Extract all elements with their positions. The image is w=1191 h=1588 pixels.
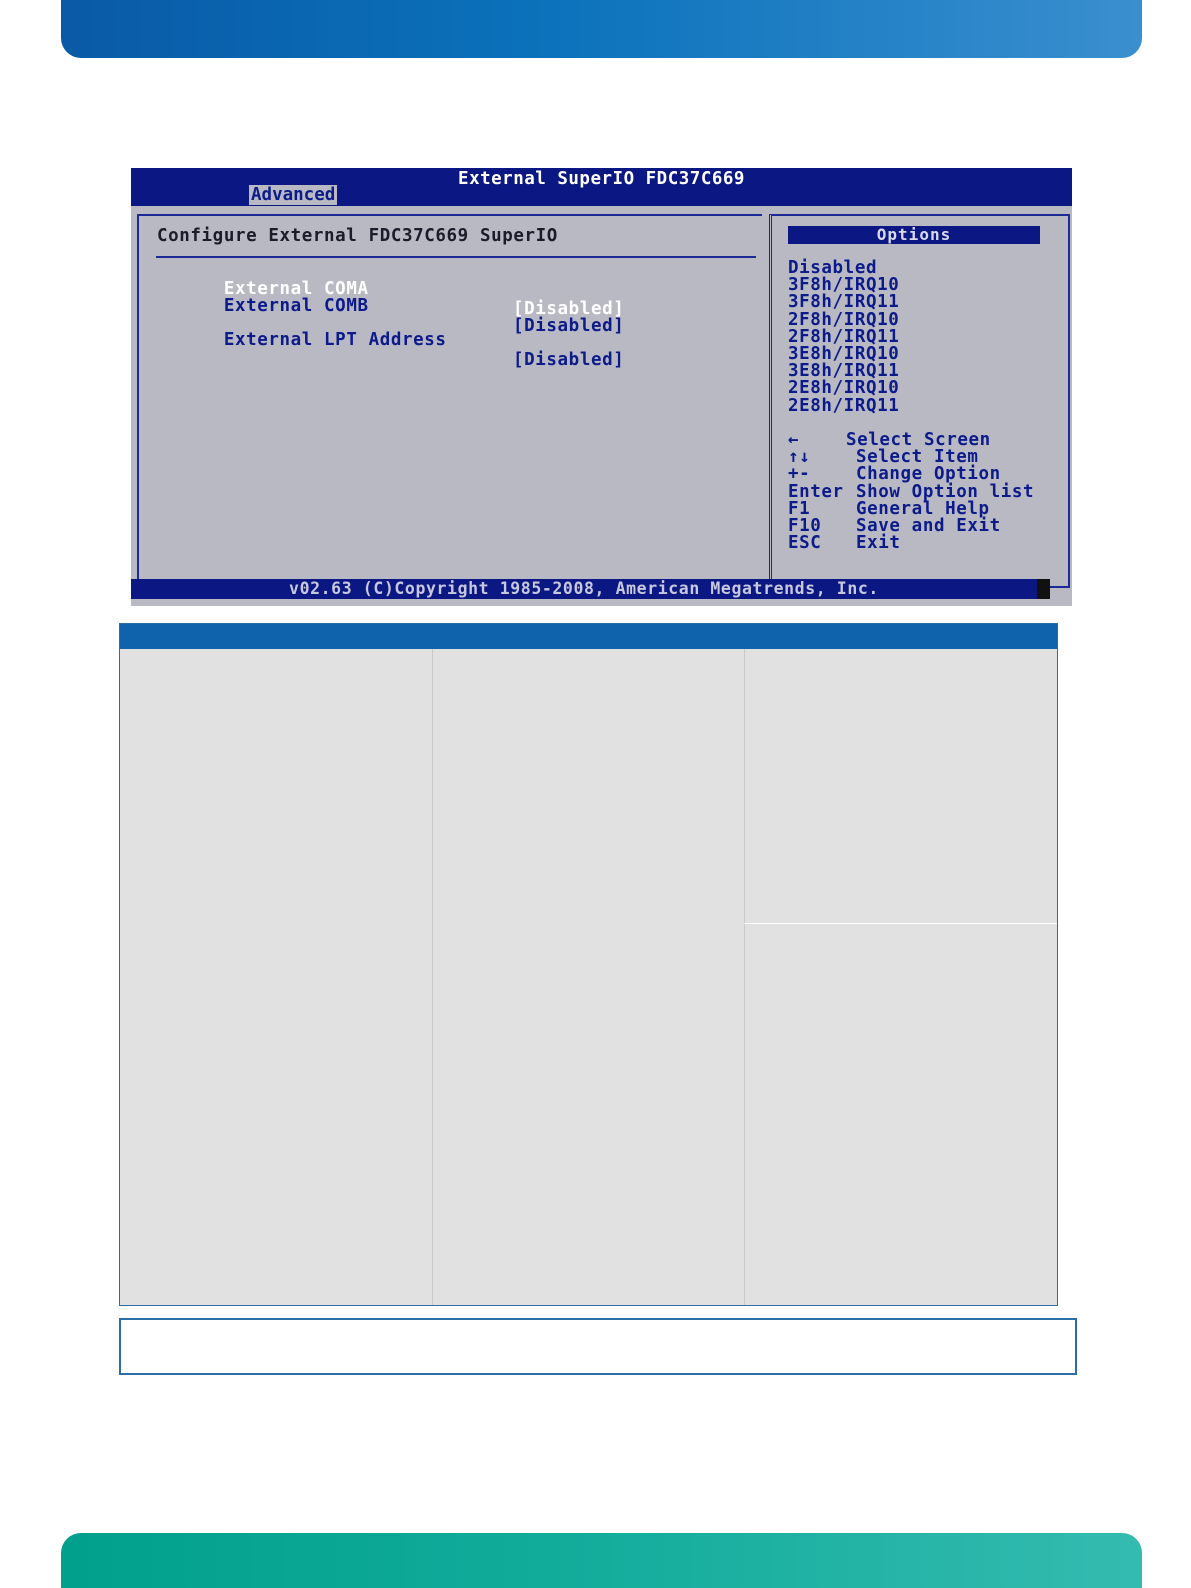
- section-heading: Configure External FDC37C669 SuperIO: [157, 226, 558, 246]
- key-description: Exit: [856, 533, 901, 554]
- key-plus-minus: +-: [788, 464, 811, 485]
- bios-footer-copyright: v02.63 (C)Copyright 1985-2008, American …: [131, 579, 1037, 599]
- key-esc: ESC: [788, 533, 822, 554]
- row-divider: [744, 923, 1057, 924]
- setting-row-external-lpt-address[interactable]: External LPT Address [Disabled]: [157, 310, 624, 390]
- page-footer-band: [61, 1533, 1142, 1588]
- setting-label: External LPT Address: [223, 330, 447, 350]
- note-box: [119, 1318, 1077, 1375]
- bios-footer-cursor: [1037, 579, 1050, 599]
- page-header-band: [61, 0, 1142, 58]
- options-title: Options: [788, 226, 1040, 244]
- table-header: [120, 624, 1057, 649]
- bios-screenshot: External SuperIO FDC37C669 Advanced Conf…: [131, 168, 1072, 606]
- options-list: Disabled 3F8h/IRQ10 3F8h/IRQ11 2F8h/IRQ1…: [788, 259, 899, 415]
- heading-divider: [156, 256, 756, 258]
- setting-value[interactable]: [Disabled]: [513, 350, 624, 370]
- bios-main-pane: Configure External FDC37C669 SuperIO Ext…: [137, 214, 762, 588]
- tab-advanced[interactable]: Advanced: [249, 185, 338, 205]
- column-divider: [432, 649, 433, 1305]
- column-divider: [744, 649, 745, 1305]
- key-description: Change Option: [856, 464, 1001, 485]
- bios-side-pane: Options Disabled 3F8h/IRQ10 3F8h/IRQ11 2…: [769, 214, 1070, 588]
- option-item[interactable]: 2E8h/IRQ11: [788, 397, 899, 415]
- settings-table: [119, 623, 1058, 1306]
- setting-value[interactable]: [Disabled]: [513, 316, 624, 336]
